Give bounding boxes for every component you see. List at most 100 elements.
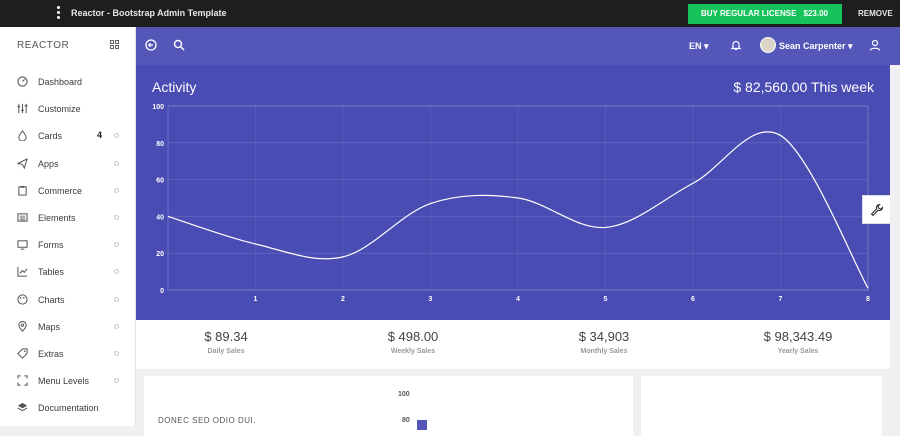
user-icon[interactable]: [869, 39, 881, 51]
settings-toggle[interactable]: [862, 195, 890, 224]
stat-caption: Yearly Sales: [777, 348, 819, 355]
sidebar-item-label: Charts: [38, 294, 65, 305]
language-label: EN: [689, 41, 702, 51]
sidebar-item-maps[interactable]: Maps: [0, 313, 136, 340]
sidebar-item-label: Customize: [38, 104, 81, 115]
wrench-icon: [870, 203, 884, 217]
price-label: $23.00: [803, 9, 828, 18]
sidebar-item-label: Extras: [38, 348, 64, 359]
stat-value: $ 98,343.49: [763, 329, 833, 344]
circle-icon: [114, 133, 119, 139]
x-tick-label: 4: [516, 296, 520, 303]
paper-plane-icon: [17, 157, 28, 169]
buy-license-button[interactable]: BUY REGULAR LICENSE $23.00: [688, 4, 842, 24]
search-icon[interactable]: [173, 39, 185, 51]
circle-icon: [114, 160, 119, 166]
sliders-icon: [17, 104, 28, 114]
bell-icon[interactable]: [730, 39, 742, 51]
clipboard-icon: [18, 185, 27, 196]
circle-icon: [114, 187, 119, 193]
y-tick-label: 40: [156, 214, 164, 221]
circle-icon: [114, 242, 119, 248]
layers-icon: [17, 403, 28, 412]
sidebar-item-label: Commerce: [38, 185, 83, 196]
card-label: DONEC SED ODIO DUI.: [158, 416, 256, 425]
count-badge: 4: [97, 130, 103, 141]
expand-icon: [17, 375, 28, 386]
circle-icon: [114, 378, 119, 384]
chevron-down-icon: ▾: [848, 41, 853, 51]
stat-caption: Daily Sales: [207, 348, 245, 355]
monitor-icon: [17, 240, 28, 250]
circle-icon: [114, 323, 119, 329]
stat-yearly: $ 98,343.49 Yearly Sales: [708, 329, 888, 355]
x-tick-label: 2: [341, 296, 345, 303]
circle-icon: [114, 350, 119, 356]
stat-daily: $ 89.34 Daily Sales: [136, 329, 316, 355]
sidebar-nav: Dashboard Customize Cards 4 Apps Commerc…: [0, 68, 136, 421]
user-name: Sean Carpenter: [779, 41, 846, 51]
sidebar-item-charts[interactable]: Charts: [0, 286, 136, 313]
sidebar-item-forms[interactable]: Forms: [0, 231, 136, 258]
x-tick-label: 7: [779, 296, 783, 303]
sidebar-item-menu-levels[interactable]: Menu Levels: [0, 367, 136, 394]
sidebar-item-tables[interactable]: Tables: [0, 258, 136, 285]
stat-value: $ 498.00: [387, 329, 439, 344]
x-tick-label: 5: [604, 296, 608, 303]
sidebar-item-commerce[interactable]: Commerce: [0, 177, 136, 204]
y-tick-label: 60: [156, 178, 164, 185]
sidebar-item-extras[interactable]: Extras: [0, 340, 136, 367]
sidebar-item-customize[interactable]: Customize: [0, 95, 136, 122]
y-tick-label: 20: [156, 251, 164, 258]
drop-icon: [18, 130, 27, 142]
buy-license-label: BUY REGULAR LICENSE: [701, 9, 797, 18]
activity-card: Activity $ 82,560.00 This week 0 20 40 60 80…: [136, 65, 890, 320]
chevron-down-icon: ▾: [704, 41, 709, 51]
remove-button[interactable]: REMOVE: [858, 9, 893, 18]
circle-icon: [114, 296, 119, 302]
stat-value: $ 89.34: [204, 329, 248, 344]
sidebar: REACTOR Dashboard Customize Cards 4 Apps…: [0, 27, 136, 426]
sidebar-item-label: Tables: [38, 267, 65, 278]
sales-stats: $ 89.34 Daily Sales $ 498.00 Weekly Sale…: [136, 320, 890, 369]
sidebar-item-label: Documentation: [38, 403, 99, 414]
chart-icon: [17, 267, 28, 277]
sidebar-item-dashboard[interactable]: Dashboard: [0, 68, 136, 95]
y-tick-label: 0: [160, 288, 164, 295]
y-tick-label: 80: [156, 141, 164, 148]
sidebar-item-label: Elements: [38, 212, 76, 223]
sidebar-item-label: Maps: [38, 321, 61, 332]
list-icon: [17, 213, 28, 222]
sidebar-item-cards[interactable]: Cards 4: [0, 122, 136, 149]
sidebar-item-label: Cards: [38, 131, 63, 142]
app-header: EN ▾ Sean Carpenter ▾: [136, 27, 900, 65]
gauge-icon: [17, 76, 28, 87]
sidebar-item-label: Menu Levels: [38, 376, 90, 387]
chart-bar: [417, 420, 427, 430]
sidebar-item-apps[interactable]: Apps: [0, 150, 136, 177]
stat-caption: Monthly Sales: [580, 348, 628, 355]
back-circle-icon[interactable]: [145, 39, 157, 51]
more-vertical-icon[interactable]: [57, 6, 60, 21]
sidebar-item-elements[interactable]: Elements: [0, 204, 136, 231]
brand-logo[interactable]: REACTOR: [17, 40, 69, 51]
x-tick-label: 1: [254, 296, 258, 303]
tick-label: 80: [402, 417, 410, 424]
avatar[interactable]: [760, 37, 776, 53]
language-select[interactable]: EN ▾: [689, 41, 709, 52]
user-menu[interactable]: Sean Carpenter ▾: [779, 41, 853, 52]
tag-icon: [17, 348, 28, 359]
y-tick-label: 100: [152, 104, 164, 111]
lower-chart-card: DONEC SED ODIO DUI. 100 80: [144, 376, 633, 436]
sidebar-item-label: Apps: [38, 158, 59, 169]
x-tick-label: 8: [866, 296, 870, 303]
stat-value: $ 34,903: [578, 329, 630, 344]
palette-icon: [17, 293, 28, 305]
sidebar-item-documentation[interactable]: Documentation: [0, 394, 136, 421]
activity-line-chart: 0 20 40 60 80 100 1 2 3 4 5 6 7 8: [152, 104, 870, 303]
grid-icon[interactable]: [110, 40, 120, 50]
side-card: [641, 376, 882, 436]
page-title: Reactor - Bootstrap Admin Template: [71, 8, 227, 18]
circle-icon: [114, 269, 119, 275]
stat-weekly: $ 498.00 Weekly Sales: [323, 329, 503, 355]
